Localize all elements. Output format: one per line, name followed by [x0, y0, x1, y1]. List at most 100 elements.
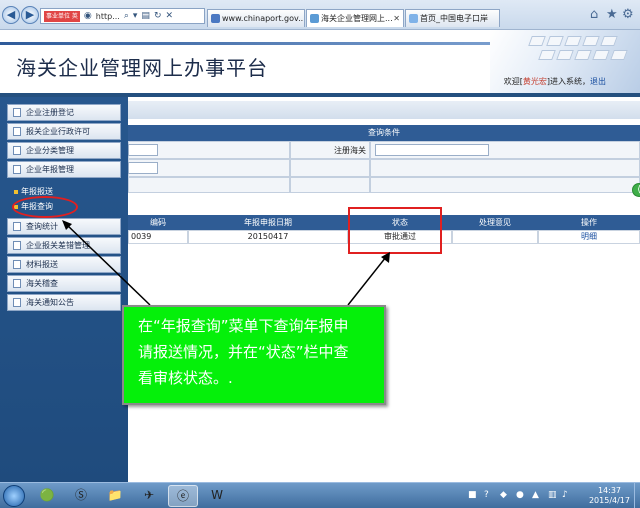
logout-link[interactable]: 退出 [590, 77, 606, 86]
ie-icon[interactable]: ⓔ [168, 485, 198, 507]
cell-opinion [452, 230, 538, 244]
tray-icon[interactable]: ■ [468, 490, 477, 500]
start-button[interactable] [3, 485, 25, 507]
address-bar[interactable]: 事业单位 英 ◉ http... ⌕ ▾ ▤ ↻ ✕ [40, 8, 205, 24]
column-header-code: 编码 [128, 215, 188, 230]
sidebar-item-annual-report[interactable]: 企业年报管理 [7, 161, 121, 178]
user-name: 黄光宏 [522, 77, 547, 86]
close-icon[interactable]: ✕ [393, 10, 400, 27]
gear-icon[interactable]: ⚙ [622, 7, 634, 22]
callout-line: 请报送情况，并在“状态”栏中查 [138, 343, 349, 361]
bullet-icon [14, 189, 18, 194]
tray-icon[interactable]: ◆ [500, 490, 507, 500]
main-content: 查询条件 注册海关 编码 年报申报日期 状态 处理意见 操作 0039 2015… [128, 97, 640, 482]
query-cell [370, 177, 640, 193]
registered-customs-label: 注册海关 [334, 146, 366, 155]
callout-line: 在“年报查询”菜单下查询年报申 [138, 317, 349, 335]
sidebar-item-label: 海关稽查 [26, 279, 58, 288]
document-icon [13, 279, 21, 288]
app-icon[interactable]: ✈ [134, 485, 164, 507]
sidebar-item-statistics[interactable]: 查询统计 [7, 218, 121, 235]
sidebar-item-materials[interactable]: 材料报送 [7, 256, 121, 273]
query-cell [128, 177, 290, 193]
tab-label: www.chinaport.gov.... [222, 14, 305, 23]
back-arrow-icon[interactable]: ◀ [2, 6, 20, 24]
document-icon [13, 165, 21, 174]
document-icon [13, 241, 21, 250]
help-icon[interactable]: ? [484, 490, 489, 500]
clock-date: 2015/4/17 [588, 496, 630, 505]
star-icon[interactable]: ★ [606, 7, 618, 22]
tab-eport-home[interactable]: 首页_中国电子口岸 [405, 9, 500, 27]
registered-customs-input[interactable] [375, 144, 489, 156]
clock[interactable]: 14:37 2015/4/17 [589, 486, 630, 506]
sidebar-item-notices[interactable]: 海关通知公告 [7, 294, 121, 311]
word-icon[interactable]: W [202, 485, 232, 507]
page-title: 海关企业管理网上办事平台 [16, 56, 268, 80]
page-header: 海关企业管理网上办事平台 欢迎[黄光宏]进入系统，退出 [0, 30, 640, 93]
document-icon [13, 298, 21, 307]
document-icon [13, 222, 21, 231]
callout-line: 看审核状态。. [138, 369, 233, 387]
app-icon[interactable]: 🟢 [32, 485, 62, 507]
cell-code: 0039 [128, 230, 188, 244]
chevron-down-icon[interactable]: ▾ [133, 11, 138, 21]
app-icon[interactable]: Ⓢ [66, 485, 96, 507]
enterprise-name-input[interactable] [128, 162, 158, 174]
forward-arrow-icon[interactable]: ▶ [21, 6, 39, 24]
tab-customs-platform[interactable]: 海关企业管理网上... ✕ [306, 9, 404, 27]
sidebar-item-label: 企业分类管理 [26, 146, 74, 155]
annotation-callout: 在“年报查询”菜单下查询年报申 请报送情况，并在“状态”栏中查 看审核状态。. [122, 305, 386, 405]
sidebar-item-label: 海关通知公告 [26, 298, 74, 307]
welcome-text: 欢迎[黄光宏]进入系统，退出 [503, 77, 606, 86]
tray-icon[interactable]: ● [516, 490, 524, 500]
compat-icon[interactable]: ▤ [141, 11, 150, 21]
sidebar-item-error-management[interactable]: 企业报关差错管理 [7, 237, 121, 254]
stop-icon[interactable]: ✕ [165, 11, 173, 21]
breadcrumb [128, 101, 640, 119]
address-badge: 事业单位 英 [44, 10, 80, 22]
document-icon [13, 260, 21, 269]
document-icon [13, 146, 21, 155]
sidebar-item-label: 企业报关差错管理 [26, 241, 90, 250]
page-icon: ◉ [83, 11, 92, 21]
tray-icon[interactable]: ▲ [532, 490, 539, 500]
clock-time: 14:37 [597, 486, 622, 495]
sidebar-item-inspection[interactable]: 海关稽查 [7, 275, 121, 292]
column-header-action: 操作 [538, 215, 640, 230]
document-icon [13, 127, 21, 136]
menu-highlight-ellipse [12, 196, 78, 218]
tab-chinaport[interactable]: www.chinaport.gov.... [207, 9, 305, 27]
query-cell [370, 159, 640, 177]
document-icon [13, 108, 21, 117]
query-cell [290, 159, 370, 177]
sidebar-item-registration[interactable]: 企业注册登记 [7, 104, 121, 121]
expand-handle-icon[interactable]: ⟨ [632, 183, 640, 197]
sidebar-item-label: 材料报送 [26, 260, 58, 269]
browser-toolbar: ◀ ▶ 事业单位 英 ◉ http... ⌕ ▾ ▤ ↻ ✕ www.china… [0, 0, 640, 30]
search-icon[interactable]: ⌕ [124, 11, 129, 21]
enterprise-code-input[interactable] [128, 144, 158, 156]
sidebar-item-label: 企业注册登记 [26, 108, 74, 117]
home-icon[interactable]: ⌂ [590, 7, 598, 22]
status-highlight-box [348, 207, 442, 254]
tab-favicon [310, 14, 319, 23]
network-icon[interactable]: ▥ [548, 490, 557, 500]
sidebar-item-license[interactable]: 报关企业行政许可 [7, 123, 121, 140]
refresh-icon[interactable]: ↻ [154, 11, 162, 21]
tab-label: 海关企业管理网上... [321, 14, 393, 23]
sidebar-item-label: 企业年报管理 [26, 165, 74, 174]
taskbar: 🟢 Ⓢ 📁 ✈ ⓔ W ■ ? ◆ ● ▲ ▥ ♪ 14:37 2015/4/1… [0, 482, 640, 508]
sidebar-item-classification[interactable]: 企业分类管理 [7, 142, 121, 159]
show-desktop-button[interactable] [634, 483, 640, 508]
column-header-opinion: 处理意见 [452, 215, 538, 230]
address-text: http... [95, 11, 120, 21]
detail-link[interactable]: 明细 [538, 230, 640, 244]
volume-icon[interactable]: ♪ [562, 490, 568, 500]
sidebar-item-label: 查询统计 [26, 222, 58, 231]
cell-date: 20150417 [188, 230, 348, 244]
folder-icon[interactable]: 📁 [100, 485, 130, 507]
sidebar-item-label: 报关企业行政许可 [26, 127, 90, 136]
sidebar: 企业注册登记 报关企业行政许可 企业分类管理 企业年报管理 年报报送 年报查询 … [0, 97, 128, 482]
tab-favicon [409, 14, 418, 23]
